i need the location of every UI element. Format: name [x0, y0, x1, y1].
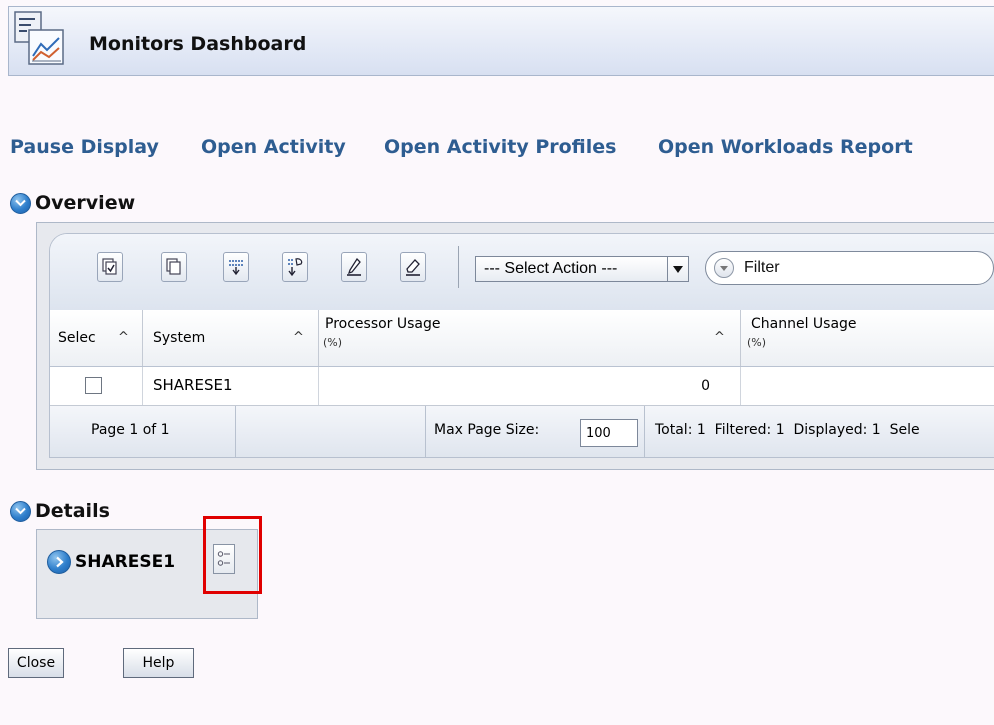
max-page-size-label: Max Page Size: [434, 422, 540, 438]
sort-ascending-icon[interactable]: ^ [714, 330, 725, 345]
deselect-all-button[interactable] [161, 252, 187, 282]
overview-panel: --- Select Action --- Selec ^ System ^ [36, 222, 994, 470]
pencil-icon [347, 257, 361, 276]
filter-menu-icon[interactable] [714, 258, 734, 278]
toolbar-separator [458, 246, 459, 288]
select-action-value: --- Select Action --- [484, 260, 618, 277]
sort-ascending-icon[interactable]: ^ [293, 330, 304, 345]
details-title: Details [35, 500, 110, 522]
collapse-rows-button[interactable] [223, 252, 249, 282]
column-channel-label: Channel Usage [751, 316, 857, 332]
filter-rows-icon [288, 258, 303, 277]
select-all-button[interactable] [97, 252, 123, 282]
eraser-icon [406, 259, 420, 276]
open-activity-link[interactable]: Open Activity [201, 136, 346, 158]
edit-button[interactable] [341, 252, 367, 282]
chevron-right-icon[interactable] [47, 550, 71, 574]
column-processor-label: Processor Usage [325, 316, 441, 332]
pager-spacer-cell [236, 406, 426, 457]
overview-title: Overview [35, 192, 136, 214]
select-all-icon [102, 258, 117, 275]
max-page-size-input[interactable] [580, 419, 638, 447]
filter-rows-button[interactable] [282, 252, 308, 282]
row-processor-cell: 0 [319, 367, 741, 405]
monitors-dashboard-icon [13, 10, 65, 66]
pager-summary: Total: 1 Filtered: 1 Displayed: 1 Sele [655, 422, 920, 438]
overview-section-header: Overview [10, 192, 135, 214]
select-action-dropdown[interactable]: --- Select Action --- [475, 256, 689, 282]
column-system-label: System [153, 330, 206, 346]
column-header-system[interactable]: System ^ [143, 310, 319, 366]
filter-field[interactable] [705, 251, 994, 285]
page-info: Page 1 of 1 [91, 422, 170, 438]
title-bar: Monitors Dashboard [8, 6, 994, 76]
row-checkbox[interactable] [85, 377, 102, 394]
open-activity-profiles-link[interactable]: Open Activity Profiles [384, 136, 616, 158]
table-toolbar: --- Select Action --- [50, 234, 994, 311]
system-name: SHARESE1 [153, 376, 233, 394]
column-channel-unit: (%) [747, 336, 767, 349]
processor-usage-value: 0 [701, 378, 710, 394]
details-section-header: Details [10, 500, 110, 522]
close-button[interactable]: Close [8, 648, 64, 678]
pager-summary-cell: Total: 1 Filtered: 1 Displayed: 1 Sele [645, 406, 994, 457]
help-button[interactable]: Help [123, 648, 194, 678]
table-row[interactable]: SHARESE1 0 [50, 367, 994, 406]
table-header: Selec ^ System ^ Processor Usage (%) ^ C… [50, 310, 994, 367]
column-header-processor-usage[interactable]: Processor Usage (%) ^ [319, 310, 741, 366]
details-item-label: SHARESE1 [75, 552, 176, 572]
row-channel-cell [741, 367, 994, 405]
row-select-cell [50, 367, 143, 405]
pause-display-link[interactable]: Pause Display [10, 136, 159, 158]
open-workloads-report-link[interactable]: Open Workloads Report [658, 136, 913, 158]
sort-ascending-icon[interactable]: ^ [118, 330, 129, 345]
highlight-annotation [203, 516, 262, 594]
details-item-sharese1[interactable]: SHARESE1 [47, 550, 175, 574]
column-header-select[interactable]: Selec ^ [50, 310, 143, 366]
chevron-down-icon[interactable] [10, 192, 31, 214]
dropdown-arrow-icon[interactable] [667, 257, 688, 281]
monitors-table: --- Select Action --- Selec ^ System ^ [49, 233, 994, 458]
chevron-down-icon[interactable] [10, 500, 31, 522]
pager-page-info-cell: Page 1 of 1 [50, 406, 236, 457]
page-title: Monitors Dashboard [89, 33, 307, 55]
deselect-all-icon [166, 258, 181, 275]
collapse-rows-icon [229, 260, 243, 276]
table-pager: Page 1 of 1 Max Page Size: Total: 1 Filt… [50, 406, 994, 457]
clear-button[interactable] [400, 252, 426, 282]
column-header-channel-usage[interactable]: Channel Usage (%) [741, 310, 994, 366]
row-system-cell: SHARESE1 [143, 367, 319, 405]
column-processor-unit: (%) [323, 336, 343, 349]
filter-input[interactable] [742, 258, 966, 278]
column-select-label: Selec [58, 330, 96, 346]
